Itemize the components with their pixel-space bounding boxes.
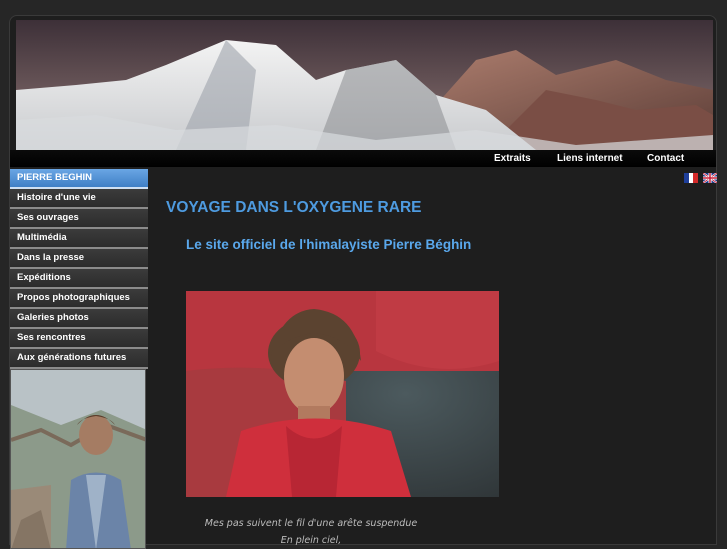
top-navigation: Extraits Liens internet Contact [10, 150, 716, 167]
sidebar-item-galeries-photos[interactable]: Galeries photos [10, 309, 148, 329]
sidebar-item-rencontres[interactable]: Ses rencontres [10, 329, 148, 349]
sidebar-item-multimedia[interactable]: Multimédia [10, 229, 148, 249]
sidebar-menu: PIERRE BEGHIN Histoire d'une vie Ses ouv… [10, 169, 148, 549]
nav-extraits[interactable]: Extraits [494, 150, 531, 167]
sidebar-item-pierre-beghin[interactable]: PIERRE BEGHIN [10, 169, 148, 189]
poem-text: Mes pas suivent le fil d'une arête suspe… [186, 515, 436, 549]
page-subtitle: Le site officiel de l'himalayiste Pierre… [186, 237, 472, 252]
sidebar-photo [10, 369, 146, 549]
portrait-photo [186, 291, 499, 497]
french-flag-icon[interactable] [684, 170, 698, 183]
uk-flag-icon[interactable] [702, 170, 719, 184]
nav-contact[interactable]: Contact [647, 150, 684, 167]
sidebar-item-propos-photographiques[interactable]: Propos photographiques [10, 289, 148, 309]
sidebar-item-presse[interactable]: Dans la presse [10, 249, 148, 269]
page-title: VOYAGE DANS L'OXYGENE RARE [166, 199, 422, 216]
nav-liens-internet[interactable]: Liens internet [557, 150, 623, 167]
sidebar-item-expeditions[interactable]: Expéditions [10, 269, 148, 289]
language-selector [683, 170, 719, 184]
sidebar-item-generations-futures[interactable]: Aux générations futures [10, 349, 148, 369]
mountain-banner-image [16, 20, 713, 150]
sidebar-item-histoire[interactable]: Histoire d'une vie [10, 189, 148, 209]
sidebar-item-ouvrages[interactable]: Ses ouvrages [10, 209, 148, 229]
poem-line: Mes pas suivent le fil d'une arête suspe… [204, 518, 418, 529]
poem-line: En plein ciel, [280, 535, 342, 546]
